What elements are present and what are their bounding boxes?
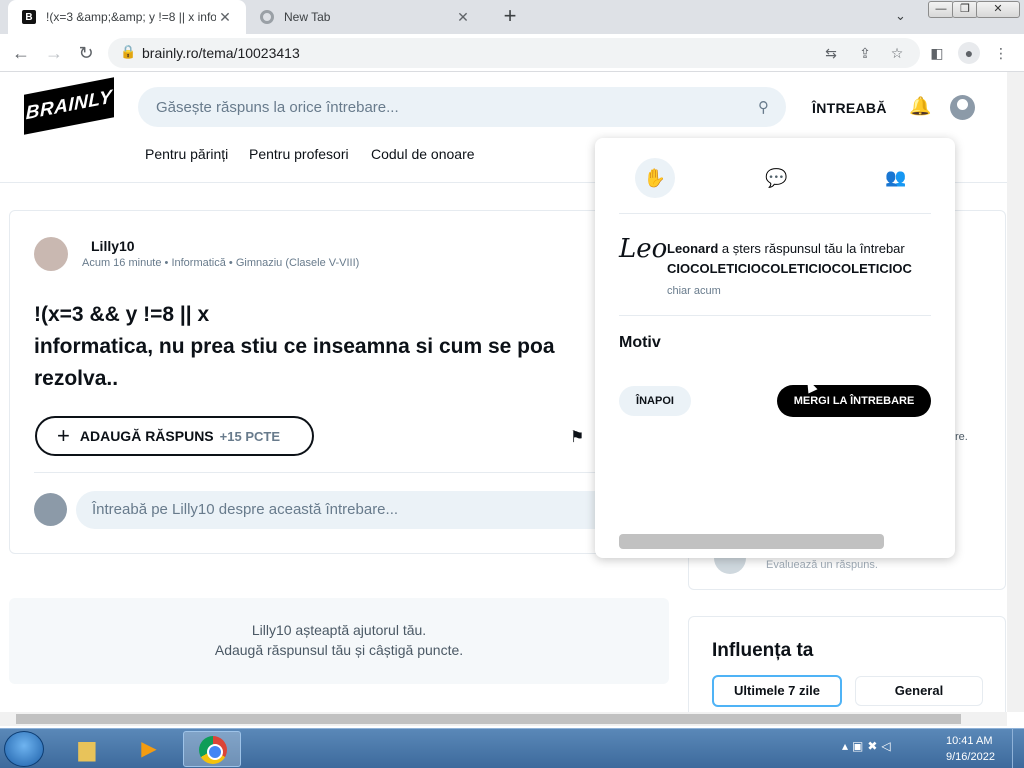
minimize-window-icon[interactable]: —	[928, 1, 954, 18]
lock-icon[interactable]: 🔒	[120, 44, 136, 60]
tab-new-tab[interactable]: New Tab ✕	[250, 0, 490, 34]
earn-points-text: Adaugă răspunsul tău și câștigă puncte.	[214, 642, 464, 658]
close-tab-icon[interactable]: ✕	[216, 9, 234, 26]
show-desktop-button[interactable]	[1012, 729, 1024, 768]
add-answer-button[interactable]: + ADAUGĂ RĂSPUNS +15 PCTE	[35, 416, 314, 456]
nav-link-teachers[interactable]: Pentru profesori	[249, 146, 349, 162]
comment-input[interactable]: Întreabă pe Lilly10 despre această între…	[76, 491, 670, 529]
comment-placeholder: Întreabă pe Lilly10 despre această între…	[92, 501, 399, 518]
popup-divider	[619, 213, 931, 214]
tab-title: !(x=3 &amp;&amp; y !=8 || x info	[46, 10, 216, 24]
reason-title: Motiv	[619, 334, 661, 351]
vertical-scrollbar[interactable]	[1007, 72, 1024, 712]
bookmark-star-icon[interactable]: ☆	[886, 42, 908, 64]
go-to-question-button[interactable]: MERGI LA ÎNTREBARE	[777, 385, 931, 417]
share-icon[interactable]: ⇪	[854, 42, 876, 64]
asker-avatar[interactable]	[34, 237, 68, 271]
chrome-favicon-icon	[260, 10, 274, 24]
influence-card	[688, 616, 1006, 726]
add-answer-label: ADAUGĂ RĂSPUNS	[79, 428, 214, 444]
popup-scrollbar[interactable]	[619, 534, 884, 549]
brainly-logo[interactable]: BRAINLY	[24, 77, 114, 135]
tab-general[interactable]: General	[855, 676, 983, 706]
tab-last-7-days[interactable]: Ultimele 7 zile	[712, 675, 842, 707]
chrome-icon	[199, 736, 227, 764]
close-window-icon[interactable]: ✕	[976, 1, 1020, 18]
menu-kebab-icon[interactable]: ⋮	[990, 42, 1012, 64]
file-explorer-icon[interactable]: ▆	[58, 731, 116, 767]
commenter-avatar	[34, 493, 67, 526]
screen: B !(x=3 &amp;&amp; y !=8 || x info ✕ New…	[0, 0, 1024, 768]
clock-time[interactable]: 10:41 AM	[946, 735, 992, 747]
report-flag-icon[interactable]: ⚑	[570, 427, 584, 447]
taskbar: ▆ ▶ ▴▣✖◁ 10:41 AM 9/16/2022	[0, 728, 1024, 768]
horizontal-scrollbar[interactable]	[0, 712, 1007, 726]
browser-toolbar: ← → ↻ 🔒 brainly.ro/tema/10023413 ⇆ ⇪ ☆ ◧…	[0, 34, 1024, 72]
question-card: Lilly10 Acum 16 minute • Informatică • G…	[9, 210, 670, 554]
influence-title: Influența ta	[712, 640, 814, 661]
notification-text[interactable]: Leonard a șters răspunsul tău la întreba…	[667, 241, 955, 256]
close-tab-icon[interactable]: ✕	[454, 9, 472, 26]
media-player-icon[interactable]: ▶	[120, 731, 178, 767]
reload-icon[interactable]: ↻	[74, 41, 98, 65]
points-label: +15 PCTE	[219, 428, 280, 444]
question-meta: Acum 16 minute • Informatică • Gimnaziu …	[82, 257, 360, 269]
notification-actor: Leonard	[667, 241, 719, 256]
clock-date[interactable]: 9/16/2022	[946, 751, 995, 763]
tab-active[interactable]: B !(x=3 &amp;&amp; y !=8 || x info ✕	[8, 0, 246, 34]
ask-question-button[interactable]: ÎNTREABĂ	[812, 100, 887, 116]
nav-link-honor-code[interactable]: Codul de onoare	[371, 146, 475, 162]
taskbar-chrome-button[interactable]	[183, 731, 241, 767]
notification-tabs: ✋ 💬 👥	[619, 158, 931, 200]
forward-arrow-icon[interactable]: →	[42, 41, 66, 65]
notification-popup: ✋ 💬 👥 Leo Leonard a șters răspunsul tău …	[595, 138, 955, 558]
nav-link-parents[interactable]: Pentru părinți	[145, 146, 228, 162]
bell-icon[interactable]: 🔔	[909, 96, 931, 117]
new-tab-plus-icon[interactable]: +	[498, 5, 522, 29]
tab-title: New Tab	[284, 10, 331, 24]
url-text[interactable]: brainly.ro/tema/10023413	[142, 45, 300, 61]
notifier-avatar: Leo	[619, 234, 668, 264]
start-button[interactable]	[4, 731, 44, 767]
restore-window-icon[interactable]: ❐	[952, 1, 978, 18]
activity-icon[interactable]: ✋	[635, 158, 675, 198]
search-placeholder: Găsește răspuns la orice întrebare...	[156, 99, 399, 116]
search-icon[interactable]: ⚲	[758, 98, 769, 116]
popup-divider	[619, 315, 931, 316]
back-arrow-icon[interactable]: ←	[9, 41, 33, 65]
search-input[interactable]: Găsește răspuns la orice întrebare... ⚲	[138, 87, 786, 127]
profile-icon[interactable]: ●	[958, 42, 980, 64]
question-text: !(x=3 && y !=8 || x informatica, nu prea…	[34, 303, 555, 390]
notification-time: chiar acum	[667, 285, 721, 297]
evaluate-answer-text: Evaluează un răspuns.	[766, 559, 878, 571]
card-divider	[34, 472, 670, 473]
tab-search-chevron-icon[interactable]: ⌄	[895, 8, 906, 24]
side-panel-icon[interactable]: ◧	[926, 42, 948, 64]
waiting-text: Lilly10 așteaptă ajutorul tău.	[251, 622, 427, 638]
notification-subject[interactable]: CIOCOLETICIOCOLETICIOCOLETICIOC	[667, 261, 955, 276]
user-avatar[interactable]	[950, 95, 975, 120]
asker-username[interactable]: Lilly10	[91, 238, 135, 254]
plus-icon: +	[57, 423, 70, 448]
messages-icon[interactable]: 💬	[765, 168, 787, 189]
friends-icon[interactable]: 👥	[885, 168, 906, 188]
back-button[interactable]: ÎNAPOI	[619, 386, 691, 416]
sidebar-text-fragment: re.	[955, 431, 968, 443]
browser-tabstrip: B !(x=3 &amp;&amp; y !=8 || x info ✕ New…	[0, 0, 1024, 34]
notification-action: a șters răspunsul tău la întrebar	[718, 241, 905, 256]
system-tray-icons[interactable]: ▴▣✖◁	[842, 739, 895, 753]
scrollbar-thumb[interactable]	[16, 714, 961, 724]
waiting-for-help-box: Lilly10 așteaptă ajutorul tău. Adaugă ră…	[9, 598, 669, 684]
translate-icon[interactable]: ⇆	[820, 42, 842, 64]
address-bar[interactable]: 🔒 brainly.ro/tema/10023413 ⇆ ⇪ ☆	[108, 38, 920, 68]
brainly-favicon-icon: B	[22, 10, 36, 24]
